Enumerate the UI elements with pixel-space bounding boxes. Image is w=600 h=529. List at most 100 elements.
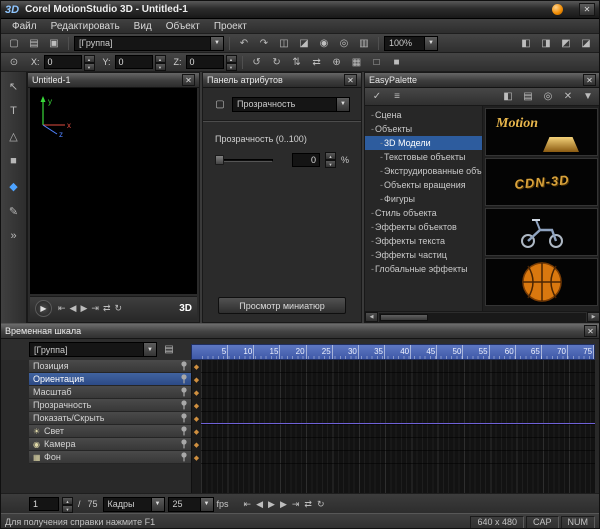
timeline-track[interactable]: ☀ Свет [29,425,191,438]
prev-frame-icon[interactable]: ◀ [70,303,77,314]
keyframe-marker[interactable] [192,412,201,425]
chevron-down-icon[interactable] [200,498,213,511]
menu-item[interactable]: Объект [159,21,207,32]
grid-icon[interactable]: ▦ [348,54,366,70]
keyframe-marker[interactable] [192,425,201,438]
render-camera-icon[interactable]: ◎ [335,35,353,51]
palette-thumbnail-scooter[interactable] [485,208,598,256]
tl-next-frame-icon[interactable]: ▶ [280,499,287,510]
timeline-track[interactable]: Позиция [29,360,191,373]
easypalette-close-button[interactable] [583,74,596,86]
tree-item[interactable]: 3D Модели [365,136,482,150]
layout-split-icon[interactable]: ◨ [537,35,555,51]
time-units-select[interactable]: Кадры [103,497,165,512]
open-folder-icon[interactable]: ▤ [25,35,43,51]
visibility-icon[interactable]: ◉ [315,35,333,51]
snap-target-icon[interactable]: ⊕ [328,54,346,70]
frame-stepper[interactable] [62,497,73,512]
pin-icon[interactable] [180,413,188,423]
menu-item[interactable]: Редактировать [44,21,127,32]
y-stepper[interactable] [155,55,166,70]
pointer-tool[interactable]: ↖ [4,78,24,94]
layout-quad-icon[interactable]: ◩ [557,35,575,51]
flip-vertical-icon[interactable]: ⇅ [288,54,306,70]
zoom-select[interactable]: 100% [384,36,438,51]
timeline-group-select[interactable]: [Группа] [29,342,157,357]
loop-playback-icon[interactable]: ⇄ [103,303,111,314]
view-list-icon[interactable]: ≡ [388,89,406,105]
open-library-icon[interactable]: ▤ [519,89,537,105]
transparency-slider[interactable] [215,155,273,165]
keyframe-marker[interactable] [192,438,201,451]
tree-item[interactable]: Сцена [365,108,482,122]
pin-icon[interactable] [180,426,188,436]
slider-thumb[interactable] [215,155,224,165]
apply-icon[interactable]: ✓ [368,89,386,105]
film-icon[interactable]: ▥ [355,35,373,51]
rotate-cw-icon[interactable]: ↻ [268,54,286,70]
tl-play-icon[interactable]: ▶ [268,499,275,510]
x-stepper[interactable] [84,55,95,70]
scrollbar-thumb[interactable] [380,314,428,321]
tree-item[interactable]: Текстовые объекты [365,150,482,164]
property-select[interactable]: Прозрачность [232,97,350,112]
tl-go-last-icon[interactable]: ⇥ [292,499,300,510]
y-field[interactable]: 0 [115,55,153,69]
palette-thumbnail-motion[interactable]: Motion [485,108,598,156]
redo-icon[interactable]: ↷ [255,35,273,51]
viewport-close-button[interactable] [182,74,195,86]
palette-thumbnail-basketball[interactable] [485,258,598,306]
dock-palette-icon[interactable]: ◧ [499,89,517,105]
go-first-icon[interactable]: ⇤ [58,303,66,314]
timeline-track[interactable]: Масштаб [29,386,191,399]
chevron-down-icon[interactable] [210,37,223,50]
flip-horizontal-icon[interactable]: ⇄ [308,54,326,70]
paste-object-icon[interactable]: ◪ [295,35,313,51]
paint-tool[interactable]: ✎ [4,203,24,219]
pin-icon[interactable] [180,452,188,462]
rotate-ccw-icon[interactable]: ↺ [248,54,266,70]
track-manager-button[interactable]: ▤ [160,342,178,358]
new-document-icon[interactable]: ▢ [5,35,23,51]
keyframe-marker[interactable] [192,360,201,373]
more-tools[interactable]: » [4,228,24,244]
save-icon[interactable]: ▣ [45,35,63,51]
tree-item[interactable]: Экструдированные объекты [365,164,482,178]
timeline-track[interactable]: ▦ Фон [29,451,191,464]
pin-icon[interactable] [180,374,188,384]
chevron-down-icon[interactable] [336,98,349,111]
shaded-icon[interactable]: ■ [388,54,406,70]
wireframe-icon[interactable]: □ [368,54,386,70]
viewport-canvas[interactable]: y x z [30,88,197,294]
fps-select[interactable]: 25 [168,497,214,512]
timeline-track[interactable]: Показать/Скрыть [29,412,191,425]
palette-thumbnail-cdn3d[interactable]: CDN-3D [485,158,598,206]
current-frame-field[interactable]: 1 [29,497,59,511]
menu-item[interactable]: Файл [5,21,44,32]
text-tool[interactable]: T [4,103,24,119]
timeline-track[interactable]: Ориентация [29,373,191,386]
x-field[interactable]: 0 [44,55,82,69]
group-select[interactable]: [Группа] [74,36,224,51]
shape-tool[interactable]: △ [4,128,24,144]
keyframe-marker[interactable] [192,373,201,386]
tree-item[interactable]: Стиль объекта [365,206,482,220]
tl-go-first-icon[interactable]: ⇤ [244,499,252,510]
timeline-close-button[interactable] [584,325,597,337]
keyframe-marker[interactable] [192,399,201,412]
copy-object-icon[interactable]: ◫ [275,35,293,51]
tree-item[interactable]: Объекты вращения [365,178,482,192]
pin-icon[interactable] [180,400,188,410]
attribute-page-icon[interactable]: ▢ [211,96,229,112]
tree-item[interactable]: Эффекты текста [365,234,482,248]
preview-thumbnails-button[interactable]: Просмотр миниатюр [218,297,346,314]
play-button[interactable]: ▶ [35,300,52,317]
z-field[interactable]: 0 [186,55,224,69]
layout-custom-icon[interactable]: ◪ [577,35,595,51]
chevron-down-icon[interactable] [424,37,437,50]
transparency-stepper[interactable] [325,152,336,167]
keyframe-marker[interactable] [192,386,201,399]
tree-item[interactable]: Фигуры [365,192,482,206]
timeline-track[interactable]: ◉ Камера [29,438,191,451]
link-axes-icon[interactable]: ⊙ [5,54,23,70]
